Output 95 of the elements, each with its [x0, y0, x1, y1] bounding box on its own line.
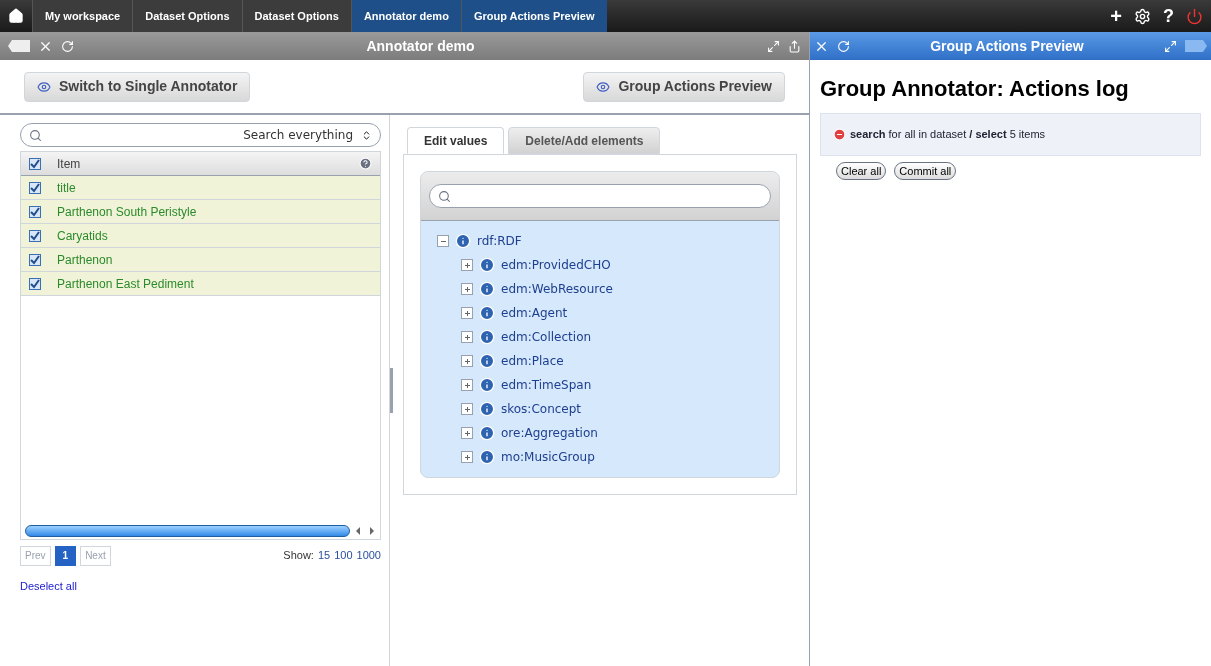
action-button[interactable]: Commit all	[894, 161, 957, 180]
expand-toggle[interactable]	[461, 355, 473, 367]
page-size-link[interactable]: 100	[334, 547, 353, 564]
expand-icon[interactable]	[767, 39, 780, 53]
checkbox[interactable]	[29, 277, 41, 290]
plus-icon	[463, 285, 471, 293]
expand-toggle[interactable]	[461, 331, 473, 343]
tree-node-label[interactable]: edm:Agent	[501, 304, 568, 322]
tree-node-label[interactable]: edm:Collection	[501, 328, 592, 346]
page-size-link[interactable]: 1000	[356, 547, 381, 564]
expand-toggle[interactable]	[461, 427, 473, 439]
tree-node-label[interactable]: edm:TimeSpan	[501, 376, 592, 394]
scrollbar-thumb[interactable]	[25, 524, 350, 537]
breadcrumb[interactable]: Dataset Options	[132, 0, 242, 32]
show-label: Show:	[283, 548, 314, 564]
search-scope[interactable]: Search everything	[243, 126, 353, 144]
checkbox[interactable]	[29, 157, 41, 170]
expand-toggle[interactable]	[461, 283, 473, 295]
table-cell-text: Parthenon South Peristyle	[56, 203, 198, 221]
page-size-link[interactable]: 15	[317, 547, 331, 564]
collapse-toggle[interactable]	[437, 235, 449, 247]
plus-icon	[463, 453, 471, 461]
eye-icon	[596, 79, 611, 94]
tag-icon	[8, 40, 30, 52]
plus-icon	[463, 357, 471, 365]
preview-button[interactable]: Group Actions Preview	[583, 71, 785, 102]
tree-node-label[interactable]: skos:Concept	[501, 400, 582, 418]
table-cell-text: Parthenon East Pediment	[56, 275, 195, 293]
share-icon[interactable]	[788, 39, 801, 53]
expand-toggle[interactable]	[461, 379, 473, 391]
deselect-link[interactable]: Deselect all	[20, 577, 381, 594]
tree-node-label[interactable]: edm:WebResource	[501, 280, 613, 298]
table-cell-text: Caryatids	[56, 227, 109, 245]
tree-node-label[interactable]: ore:Aggregation	[501, 424, 598, 442]
expand-icon[interactable]	[1164, 39, 1177, 53]
power-icon[interactable]	[1186, 7, 1203, 25]
info-icon[interactable]	[479, 329, 495, 345]
scroll-arrows-icon[interactable]	[354, 526, 376, 535]
checkbox[interactable]	[29, 205, 41, 218]
breadcrumb[interactable]: My workspace	[32, 0, 133, 32]
info-icon[interactable]	[479, 377, 495, 393]
info-icon[interactable]	[479, 401, 495, 417]
expand-toggle[interactable]	[461, 259, 473, 271]
log-entry: search for all in dataset / select 5 items	[850, 127, 1046, 142]
checkbox[interactable]	[29, 181, 41, 194]
panel-title: Annotator demo	[365, 37, 476, 56]
info-icon[interactable]	[479, 425, 495, 441]
plus-icon	[463, 405, 471, 413]
action-button[interactable]: Clear all	[836, 161, 887, 180]
info-icon[interactable]	[455, 233, 471, 249]
expand-toggle[interactable]	[461, 403, 473, 415]
table-cell-text: Parthenon	[56, 251, 114, 269]
tab[interactable]: Delete/Add elements	[508, 127, 661, 154]
tree-node-label[interactable]: rdf:RDF	[477, 232, 522, 250]
table-cell-text: title	[56, 179, 77, 197]
checkbox[interactable]	[29, 229, 41, 242]
expand-toggle[interactable]	[461, 307, 473, 319]
refresh-icon[interactable]	[837, 39, 850, 53]
add-button[interactable]: +	[1110, 2, 1122, 30]
tag-icon	[1185, 40, 1207, 52]
checkbox[interactable]	[29, 253, 41, 266]
select-arrow-icon	[361, 129, 372, 141]
search-icon	[438, 189, 451, 203]
search-icon	[29, 128, 42, 142]
plus-icon	[463, 261, 471, 269]
plus-icon	[463, 333, 471, 341]
breadcrumb[interactable]: Annotator demo	[350, 0, 461, 32]
panel-title: Group Actions Preview	[929, 37, 1085, 56]
help-button[interactable]: ?	[1163, 2, 1174, 30]
refresh-icon[interactable]	[61, 39, 74, 53]
info-icon[interactable]	[479, 281, 495, 297]
expand-toggle[interactable]	[461, 451, 473, 463]
info-icon[interactable]	[479, 449, 495, 465]
eye-icon	[37, 79, 51, 94]
tree-node-label[interactable]: edm:Place	[501, 352, 564, 370]
plus-icon	[463, 429, 471, 437]
page-button[interactable]: 1	[54, 545, 77, 566]
switch-button[interactable]: Switch to Single Annotator	[24, 71, 251, 102]
remove-icon[interactable]	[833, 127, 846, 141]
tab[interactable]: Edit values	[407, 127, 505, 154]
plus-icon	[463, 381, 471, 389]
breadcrumb[interactable]: Dataset Options	[241, 0, 351, 32]
info-icon[interactable]	[479, 353, 495, 369]
tree-node-label[interactable]: mo:MusicGroup	[501, 448, 595, 466]
breadcrumb[interactable]: Group Actions Preview	[460, 0, 607, 32]
info-icon[interactable]	[479, 257, 495, 273]
home-icon	[8, 8, 24, 24]
tree-search-field[interactable]	[429, 184, 771, 208]
plus-icon	[463, 309, 471, 317]
settings-icon[interactable]	[1134, 7, 1151, 25]
help-icon[interactable]	[359, 157, 372, 170]
info-icon[interactable]	[479, 305, 495, 321]
log-heading: Group Annotator: Actions log	[820, 75, 1130, 103]
tree-node-label[interactable]: edm:ProvidedCHO	[501, 256, 611, 274]
splitter-handle[interactable]	[390, 368, 393, 413]
